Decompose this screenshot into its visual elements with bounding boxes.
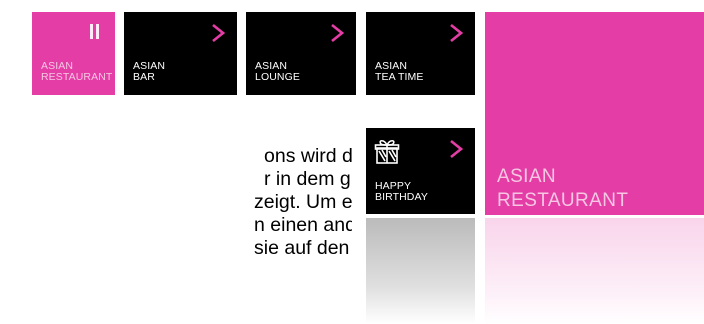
tile-happy-birthday[interactable]: HAPPY BIRTHDAY <box>366 128 475 214</box>
chevron-right-icon <box>450 139 463 159</box>
tile-label: ASIAN RESTAURANT <box>41 61 112 83</box>
tile-reflection: HAPPY BIRTHDAY <box>366 218 475 324</box>
tile-label-line2: RESTAURANT <box>41 71 113 83</box>
gift-icon <box>374 139 400 164</box>
description-line: n einen anderen Sender- <box>254 214 352 236</box>
tile-asian-restaurant[interactable]: ASIAN RESTAURANT <box>32 12 115 95</box>
tile-label: ASIAN LOUNGE <box>255 61 300 83</box>
tile-label-line2: TEA TIME <box>375 71 424 83</box>
description-line: ons wird dieser Pink <box>264 145 352 167</box>
active-station-panel[interactable]: ASIAN RESTAURANT <box>485 12 704 215</box>
tile-label-line2: BAR <box>133 71 155 83</box>
chevron-right-icon <box>331 23 344 43</box>
description-line: sie auf den aktiven, pinken <box>254 237 352 259</box>
tile-label: HAPPY BIRTHDAY <box>375 181 428 203</box>
active-station-label: ASIAN RESTAURANT <box>497 165 628 211</box>
tile-label-line2: BIRTHDAY <box>375 191 428 203</box>
description-text: ons wird dieser Pink r in dem großen Fel… <box>0 145 352 260</box>
active-station-line2: RESTAURANT <box>497 190 629 211</box>
panel-reflection: ASIAN RESTAURANT <box>485 218 704 324</box>
tile-label: ASIAN TEA TIME <box>375 61 423 83</box>
chevron-right-icon <box>450 23 463 43</box>
tile-asian-lounge[interactable]: ASIAN LOUNGE <box>246 12 356 95</box>
tile-label: ASIAN BAR <box>133 61 165 83</box>
pause-icon <box>90 24 99 39</box>
active-station-line1: ASIAN <box>497 166 557 187</box>
tile-asian-tea-time[interactable]: ASIAN TEA TIME <box>366 12 475 95</box>
description-line: zeigt. Um einen Sender <box>254 191 352 213</box>
tile-asian-bar[interactable]: ASIAN BAR <box>124 12 237 95</box>
tile-label-line2: LOUNGE <box>255 71 300 83</box>
description-line: r in dem großen Feld <box>264 168 352 190</box>
chevron-right-icon <box>212 23 225 43</box>
